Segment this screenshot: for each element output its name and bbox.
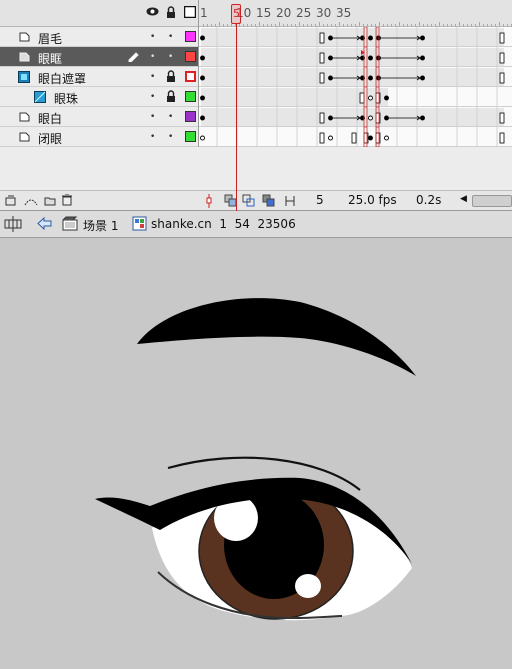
lock-toggle[interactable]: • [168,132,173,142]
frame-row[interactable] [199,127,512,147]
lock-icon[interactable] [166,6,176,20]
frame-row[interactable] [199,47,512,67]
lock-toggle[interactable]: • [168,32,173,42]
layer-name: 眼眶 [38,52,63,66]
visibility-toggle[interactable]: • [150,52,155,62]
layer-row[interactable]: 眼白遮罩 • [0,67,199,87]
center-frame-icon[interactable] [206,194,212,211]
delete-layer-icon[interactable] [62,193,72,209]
layer-name: 眼白 [38,112,63,126]
edit-bar: 场景 1 shanke.cn 1 54 23506 [0,211,512,238]
ruler-label: 30 [316,6,332,20]
visibility-toggle[interactable]: • [150,32,155,42]
frame-rate-readout[interactable]: 25.0 fps [348,193,397,207]
masked-layer-icon [34,91,46,103]
visibility-toggle[interactable]: • [150,92,155,102]
visibility-toggle[interactable]: • [150,72,155,82]
flash-authoring-window: 15101520253035 5 眉毛••眼眶••眼白遮罩•眼珠•眼白••闭眼•… [0,0,512,669]
eye-highlight-small [295,574,321,598]
outline-color-swatch[interactable] [185,51,196,62]
timeline-panel: 15101520253035 5 眉毛••眼眶••眼白遮罩•眼珠•眼白••闭眼•… [0,0,512,211]
eyebrow-shape [137,298,416,376]
layer-row[interactable]: 眉毛 • • [0,27,199,47]
timeline-toggle-icon[interactable] [4,216,22,235]
playhead-line [236,24,237,211]
current-frame-readout: 5 [316,193,324,207]
frame-ruler[interactable]: 15101520253035 [199,0,512,27]
lock-icon[interactable] [166,90,175,102]
ruler-label: 35 [336,6,352,20]
eye-icon[interactable] [146,6,159,19]
scroll-left-icon[interactable]: ◀ [460,194,467,204]
layer-icon [19,31,30,42]
frame-row[interactable] [199,87,512,107]
pencil-icon [127,50,139,65]
frame-row[interactable] [199,107,512,127]
lock-icon[interactable] [166,70,175,82]
outline-color-swatch[interactable] [185,71,196,82]
mask-layer-icon [18,71,30,83]
symbol-breadcrumb[interactable]: shanke.cn 1 54 23506 [151,217,296,231]
visibility-toggle[interactable]: • [150,112,155,122]
onion-outlines-icon[interactable] [242,194,256,211]
playhead-frame-label: 5 [233,7,240,20]
modify-markers-icon[interactable] [284,194,296,211]
layer-icon [19,131,30,142]
ruler-label: 15 [256,6,272,20]
lock-toggle[interactable]: • [168,112,173,122]
edit-multiple-frames-icon[interactable] [262,194,276,211]
lock-toggle[interactable]: • [168,52,173,62]
frame-row[interactable] [199,67,512,87]
outline-color-swatch[interactable] [185,31,196,42]
scene-icon [62,216,78,235]
frame-row[interactable] [199,27,512,47]
ruler-label: 25 [296,6,312,20]
timeline-toolbar: 5 25.0 fps 0.2s ◀ [0,190,512,210]
ruler-label: 1 [200,6,208,20]
layer-name: 眼珠 [54,92,79,106]
elapsed-time-readout: 0.2s [416,193,442,207]
layer-icon [19,51,30,62]
column-divider[interactable] [198,0,199,147]
scene-breadcrumb[interactable]: 场景 1 [83,217,118,234]
motion-guide-icon[interactable] [24,195,38,210]
insert-folder-icon[interactable] [44,195,56,210]
visibility-toggle[interactable]: • [150,132,155,142]
outline-icon[interactable] [183,5,197,20]
layer-row[interactable]: 眼珠 • [0,87,199,107]
layer-row[interactable]: 眼白 • • [0,107,199,127]
outline-color-swatch[interactable] [185,91,196,102]
symbol-icon [132,216,147,234]
horizontal-scrollbar[interactable] [472,195,512,207]
layer-row[interactable]: 眼眶 • • [0,47,199,67]
stage[interactable] [0,238,512,669]
layer-icon [19,111,30,122]
outline-color-swatch[interactable] [185,111,196,122]
layer-name: 眉毛 [38,32,63,46]
outline-color-swatch[interactable] [185,131,196,142]
layer-row[interactable]: 闭眼 • • [0,127,199,147]
stage-artwork [95,298,416,621]
layer-name: 闭眼 [38,132,63,146]
layer-name: 眼白遮罩 [38,72,87,86]
insert-layer-icon[interactable] [5,195,17,210]
playhead-handle[interactable]: 5 [231,4,241,24]
ruler-label: 20 [276,6,292,20]
back-arrow-icon[interactable] [36,216,52,234]
